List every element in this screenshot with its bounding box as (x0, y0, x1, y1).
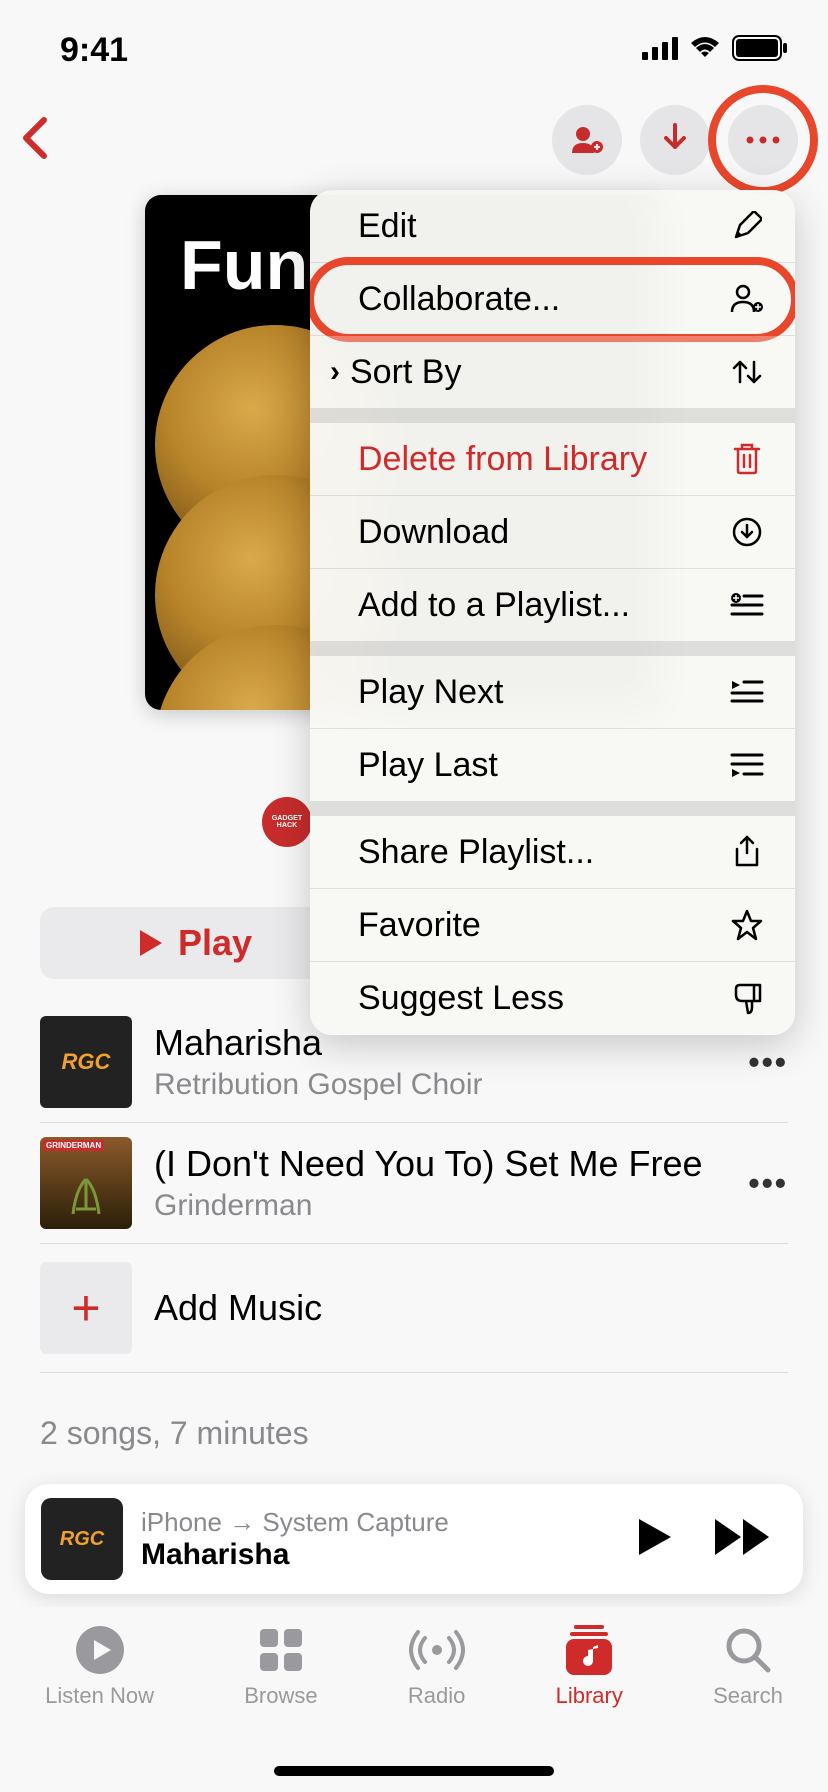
menu-collaborate[interactable]: Collaborate... (310, 263, 795, 336)
add-music-row[interactable]: + Add Music (40, 1244, 788, 1373)
plus-icon: + (40, 1262, 132, 1354)
menu-add-playlist[interactable]: Add to a Playlist... (310, 569, 795, 642)
song-artwork: RGC (40, 1016, 132, 1108)
search-icon (724, 1625, 772, 1675)
now-playing-route: iPhone → System Capture (141, 1507, 619, 1538)
tab-listen-now[interactable]: Listen Now (45, 1625, 154, 1792)
tab-search[interactable]: Search (713, 1625, 783, 1792)
sort-icon (729, 358, 765, 386)
star-icon (729, 909, 765, 941)
library-icon (566, 1625, 612, 1675)
add-list-icon (729, 592, 765, 618)
context-menu: Edit Collaborate... ›Sort By Delete from… (310, 190, 795, 1035)
song-title: (I Don't Need You To) Set Me Free (154, 1143, 726, 1185)
play-icon (138, 928, 164, 958)
menu-play-next[interactable]: Play Next (310, 656, 795, 729)
tab-bar: Listen Now Browse Radio Library Search (0, 1607, 828, 1792)
np-play-button[interactable] (637, 1517, 673, 1562)
play-circle-icon (75, 1625, 125, 1675)
play-label: Play (178, 922, 252, 964)
menu-download[interactable]: Download (310, 496, 795, 569)
menu-suggest-less[interactable]: Suggest Less (310, 962, 795, 1035)
grid-icon (258, 1625, 304, 1675)
invite-button[interactable] (552, 105, 622, 175)
source-badge: GADGET HACK (262, 797, 312, 847)
status-time: 9:41 (60, 31, 128, 70)
play-next-icon (729, 679, 765, 705)
now-playing-artwork: RGC (41, 1498, 123, 1580)
share-icon (729, 835, 765, 869)
play-last-icon (729, 752, 765, 778)
song-artist: Retribution Gospel Choir (154, 1068, 726, 1102)
more-button[interactable] (728, 105, 798, 175)
status-indicators (642, 35, 788, 66)
menu-favorite[interactable]: Favorite (310, 889, 795, 962)
now-playing-title: Maharisha (141, 1538, 619, 1572)
add-music-label: Add Music (154, 1287, 322, 1329)
song-artist: Grinderman (154, 1189, 726, 1223)
playlist-summary: 2 songs, 7 minutes (40, 1415, 788, 1452)
song-more-button[interactable]: ••• (748, 1165, 788, 1202)
play-button[interactable]: Play (40, 907, 350, 979)
pencil-icon (729, 211, 765, 241)
status-bar: 9:41 (0, 0, 828, 100)
download-button[interactable] (640, 105, 710, 175)
battery-icon (732, 35, 788, 66)
song-list: RGC Maharisha Retribution Gospel Choir •… (40, 1002, 788, 1452)
chevron-right-icon: › (330, 355, 340, 389)
person-add-icon (729, 284, 765, 314)
menu-edit[interactable]: Edit (310, 190, 795, 263)
thumbs-down-icon (729, 983, 765, 1015)
cellular-icon (642, 36, 678, 65)
song-artwork: GRINDERMAN (40, 1137, 132, 1229)
np-forward-button[interactable] (713, 1517, 773, 1562)
back-button[interactable] (20, 116, 52, 165)
song-more-button[interactable]: ••• (748, 1044, 788, 1081)
playlist-title: Fun (180, 225, 308, 305)
radio-icon (409, 1625, 465, 1675)
wifi-icon (688, 36, 722, 65)
menu-share[interactable]: Share Playlist... (310, 816, 795, 889)
menu-sort-by[interactable]: ›Sort By (310, 336, 795, 409)
now-playing-bar[interactable]: RGC iPhone → System Capture Maharisha (25, 1484, 803, 1594)
download-circle-icon (729, 517, 765, 547)
tab-library[interactable]: Library (556, 1625, 623, 1792)
song-row[interactable]: GRINDERMAN (I Don't Need You To) Set Me … (40, 1123, 788, 1244)
trash-icon (729, 443, 765, 475)
menu-play-last[interactable]: Play Last (310, 729, 795, 802)
nav-header (0, 100, 828, 180)
menu-delete[interactable]: Delete from Library (310, 423, 795, 496)
home-indicator[interactable] (274, 1766, 554, 1776)
